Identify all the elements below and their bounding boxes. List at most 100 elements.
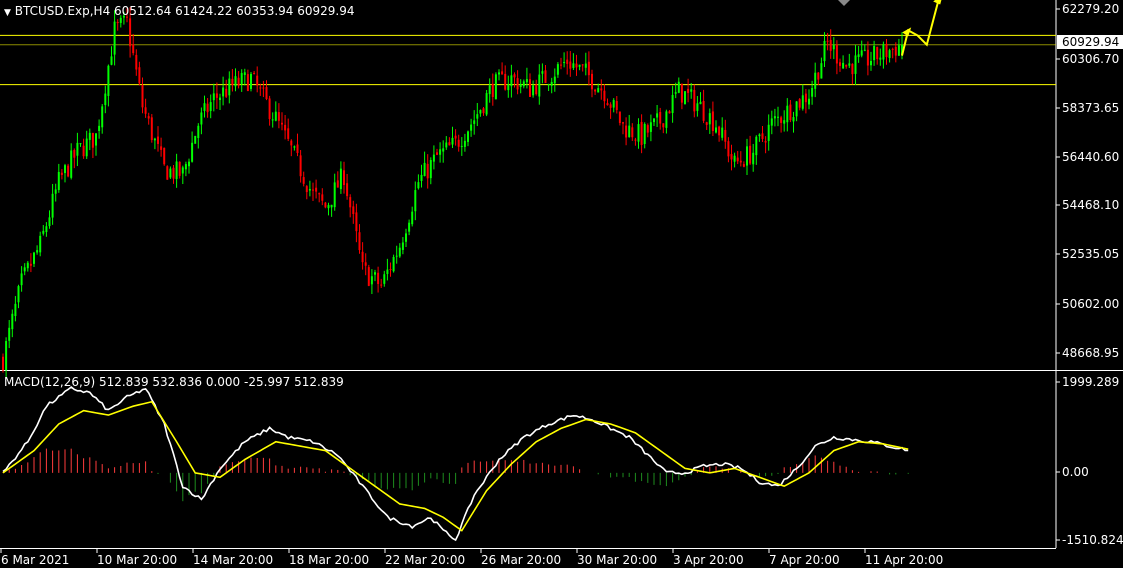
candle-body xyxy=(622,122,624,124)
candle-body xyxy=(287,128,290,139)
candle-body xyxy=(237,77,240,86)
candle-body xyxy=(51,193,54,218)
candle-body xyxy=(587,61,590,76)
candle-body xyxy=(250,73,252,89)
candle-body xyxy=(271,119,274,121)
candle-body xyxy=(702,100,705,121)
candle-body xyxy=(200,112,203,125)
candle-body xyxy=(157,136,159,144)
candle-body xyxy=(101,106,104,128)
candle-body xyxy=(783,120,786,124)
candle-body xyxy=(401,242,404,250)
candle-body xyxy=(510,75,513,87)
candle-body xyxy=(705,122,708,125)
candle-body xyxy=(318,193,321,195)
candle-body xyxy=(721,127,724,138)
candle-body xyxy=(560,64,562,66)
candle-body xyxy=(432,154,435,162)
candle-body xyxy=(454,135,457,139)
candle-body xyxy=(609,104,612,108)
candle-body xyxy=(572,63,575,68)
time-tick-label: 26 Mar 20:00 xyxy=(481,553,561,567)
candle-body xyxy=(659,112,662,124)
candle-body xyxy=(54,189,57,194)
candle-body xyxy=(897,45,900,56)
candle-body xyxy=(584,63,587,68)
candle-body xyxy=(457,139,460,147)
candle-body xyxy=(718,126,721,136)
candle-body xyxy=(870,60,872,66)
candle-body xyxy=(777,116,779,118)
candle-body xyxy=(333,182,336,208)
candle-body xyxy=(246,74,249,91)
candle-body xyxy=(646,125,649,133)
candle-body xyxy=(894,46,897,56)
candle-body xyxy=(665,111,668,128)
candle-body xyxy=(730,154,733,160)
candle-body xyxy=(773,116,776,119)
candle-body xyxy=(374,272,376,275)
candle-body xyxy=(398,247,401,257)
candle-body xyxy=(67,165,70,177)
candle-body xyxy=(107,65,110,96)
candle-body xyxy=(839,62,841,66)
candle-body xyxy=(808,98,810,105)
candle-body xyxy=(696,103,699,111)
candle-body xyxy=(677,81,680,93)
candle-body xyxy=(17,286,20,303)
candle-body xyxy=(104,93,107,106)
candle-body xyxy=(668,111,671,114)
candle-body xyxy=(516,78,519,90)
candle-body xyxy=(203,103,206,111)
candle-body xyxy=(308,189,311,191)
candle-body xyxy=(364,262,367,266)
candle-body xyxy=(764,140,767,143)
candle-body xyxy=(358,232,361,251)
time-axis: 6 Mar 2021 10 Mar 20:00 14 Mar 20:00 18 Mar… xyxy=(0,548,943,567)
current-price-label: 60929.94 xyxy=(1057,35,1123,49)
candle-body xyxy=(64,165,66,174)
symbol-dropdown-icon[interactable]: ▼ xyxy=(4,8,11,18)
candle-body xyxy=(367,267,370,286)
candle-body xyxy=(640,121,643,145)
candle-body xyxy=(525,79,528,83)
candle-body xyxy=(770,118,773,126)
candle-body xyxy=(891,48,894,50)
candle-body xyxy=(184,164,187,170)
candle-body xyxy=(346,183,349,197)
candle-body xyxy=(470,124,473,131)
candle-body xyxy=(684,91,686,105)
candle-body xyxy=(628,125,631,138)
candle-body xyxy=(488,85,491,95)
candle-body xyxy=(612,99,615,108)
candle-body xyxy=(569,61,572,69)
candle-body xyxy=(711,111,714,132)
candle-body xyxy=(383,274,386,284)
candle-body xyxy=(476,114,479,119)
time-tick-label: 3 Apr 20:00 xyxy=(673,553,744,567)
candle-body xyxy=(85,138,88,157)
candle-body xyxy=(758,134,761,137)
candle-body xyxy=(798,99,801,108)
candle-body xyxy=(197,125,200,138)
chart-canvas: 62279.20 60306.70 58373.65 56440.60 54468.10… xyxy=(0,0,1123,567)
candle-body xyxy=(423,162,426,176)
candle-body xyxy=(222,87,225,97)
time-tick-label: 22 Mar 20:00 xyxy=(385,553,465,567)
candle-body xyxy=(631,127,634,138)
candle-body xyxy=(882,44,885,60)
candle-body xyxy=(541,71,544,74)
candle-body xyxy=(277,112,280,121)
macd-tick-label: -1510.824 xyxy=(1062,533,1123,547)
candle-body xyxy=(5,341,8,371)
candle-body xyxy=(302,177,305,184)
candle-body xyxy=(82,145,85,157)
candle-body xyxy=(253,72,256,74)
candle-body xyxy=(460,145,463,147)
candle-body xyxy=(811,87,814,97)
candle-body xyxy=(436,152,438,155)
macd-axis: 1999.289 0.00 -1510.824 xyxy=(1056,375,1123,547)
candle-body xyxy=(191,142,194,162)
candle-body xyxy=(761,133,764,139)
price-tick-label: 60306.70 xyxy=(1062,52,1119,66)
